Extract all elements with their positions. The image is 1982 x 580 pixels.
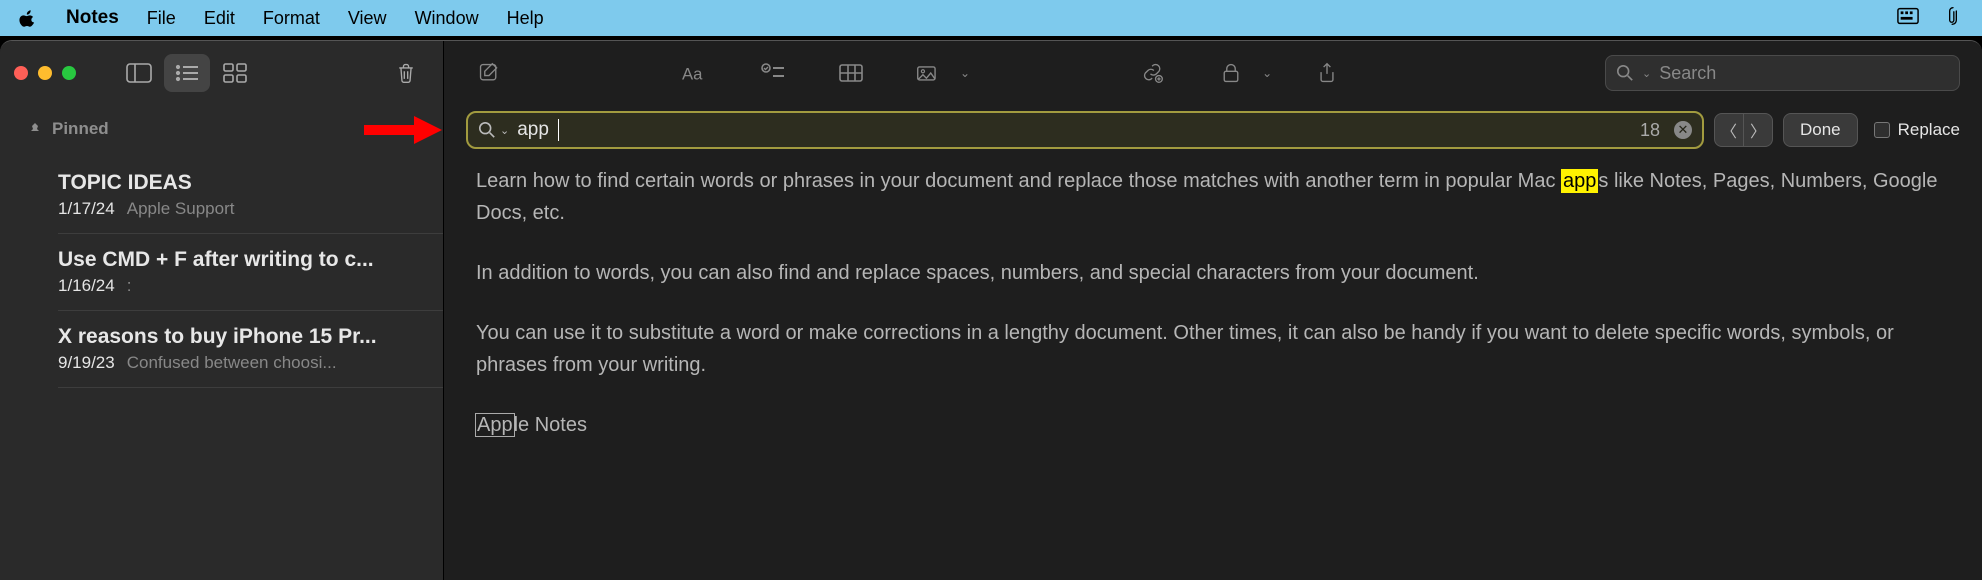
lock-button[interactable] (1208, 54, 1254, 92)
pin-icon (28, 122, 42, 136)
paragraph: Apple Notes (476, 409, 1950, 441)
note-preview: Apple Support (127, 199, 235, 219)
paragraph: Learn how to find certain words or phras… (476, 165, 1950, 229)
chevron-down-icon: ⌄ (1642, 67, 1651, 80)
toggle-sidebar-button[interactable] (116, 54, 162, 92)
find-bar: ⌄ app 18 ✕ 〈 〉 Done Replace (444, 105, 1982, 155)
delete-note-button[interactable] (383, 54, 429, 92)
macos-menubar: Notes File Edit Format View Window Help (0, 0, 1982, 36)
apple-logo-icon[interactable] (18, 8, 38, 28)
paragraph: You can use it to substitute a word or m… (476, 317, 1950, 381)
attachment-icon[interactable] (1942, 6, 1964, 31)
note-date: 9/19/23 (58, 353, 115, 373)
note-body[interactable]: Learn how to find certain words or phras… (444, 155, 1982, 451)
note-item[interactable]: X reasons to buy iPhone 15 Pr... 9/19/23… (0, 311, 443, 387)
find-query-text: app (517, 119, 549, 141)
find-next-button[interactable]: 〉 (1744, 114, 1772, 146)
checklist-button[interactable] (750, 54, 796, 92)
pinned-section-header: Pinned (0, 105, 443, 147)
find-nav: 〈 〉 (1714, 113, 1773, 147)
menubar-file[interactable]: File (147, 8, 176, 29)
note-title: X reasons to buy iPhone 15 Pr... (58, 325, 415, 349)
replace-checkbox[interactable] (1874, 122, 1890, 138)
chevron-down-icon[interactable]: ⌄ (500, 124, 509, 137)
fullscreen-window-button[interactable] (62, 66, 76, 80)
paragraph: In addition to words, you can also find … (476, 257, 1950, 289)
replace-toggle[interactable]: Replace (1874, 120, 1960, 140)
window-controls (14, 66, 76, 80)
chevron-down-icon: ⌄ (1262, 66, 1272, 80)
new-note-button[interactable] (466, 54, 512, 92)
find-match-count: 18 (1640, 120, 1660, 141)
note-title: TOPIC IDEAS (58, 171, 415, 195)
find-highlight: App (476, 414, 514, 436)
find-input[interactable]: ⌄ app 18 ✕ (466, 111, 1704, 149)
media-button[interactable] (906, 54, 952, 92)
note-preview: Confused between choosi... (127, 353, 337, 373)
sidebar-toolbar (0, 41, 443, 105)
sidebar: Pinned TOPIC IDEAS 1/17/24Apple Support … (0, 41, 444, 580)
text-cursor (558, 119, 559, 141)
find-done-button[interactable]: Done (1783, 113, 1858, 147)
gallery-view-button[interactable] (212, 54, 258, 92)
search-placeholder: Search (1659, 63, 1716, 84)
table-button[interactable] (828, 54, 874, 92)
replace-label: Replace (1898, 120, 1960, 140)
menubar-window[interactable]: Window (415, 8, 479, 29)
chevron-down-icon: ⌄ (960, 66, 970, 80)
note-date: 1/16/24 (58, 276, 115, 296)
note-preview: : (127, 276, 132, 296)
editor-pane: Aa ⌄ ⌄ ⌄ (444, 41, 1982, 580)
menubar-edit[interactable]: Edit (204, 8, 235, 29)
search-icon (1616, 64, 1634, 82)
menubar-view[interactable]: View (348, 8, 387, 29)
keyboard-viewer-icon[interactable] (1897, 6, 1919, 31)
share-button[interactable] (1304, 54, 1350, 92)
find-highlight-current: app (1561, 169, 1598, 193)
menubar-app-name[interactable]: Notes (66, 7, 119, 29)
toolbar-search[interactable]: ⌄ Search (1605, 55, 1960, 91)
notes-window: Pinned TOPIC IDEAS 1/17/24Apple Support … (0, 40, 1982, 580)
pinned-label: Pinned (52, 119, 109, 139)
minimize-window-button[interactable] (38, 66, 52, 80)
note-title: Use CMD + F after writing to c... (58, 248, 415, 272)
close-window-button[interactable] (14, 66, 28, 80)
menubar-help[interactable]: Help (507, 8, 544, 29)
link-button[interactable] (1130, 54, 1176, 92)
list-view-button[interactable] (164, 54, 210, 92)
editor-toolbar: Aa ⌄ ⌄ ⌄ (444, 41, 1982, 105)
note-date: 1/17/24 (58, 199, 115, 219)
clear-find-button[interactable]: ✕ (1674, 121, 1692, 139)
find-prev-button[interactable]: 〈 (1715, 114, 1743, 146)
note-item[interactable]: Use CMD + F after writing to c... 1/16/2… (0, 234, 443, 310)
menubar-format[interactable]: Format (263, 8, 320, 29)
search-icon (478, 121, 496, 139)
text-style-button[interactable]: Aa (672, 54, 718, 92)
svg-text:Aa: Aa (682, 65, 703, 84)
note-item[interactable]: TOPIC IDEAS 1/17/24 Apple Support (0, 147, 443, 233)
